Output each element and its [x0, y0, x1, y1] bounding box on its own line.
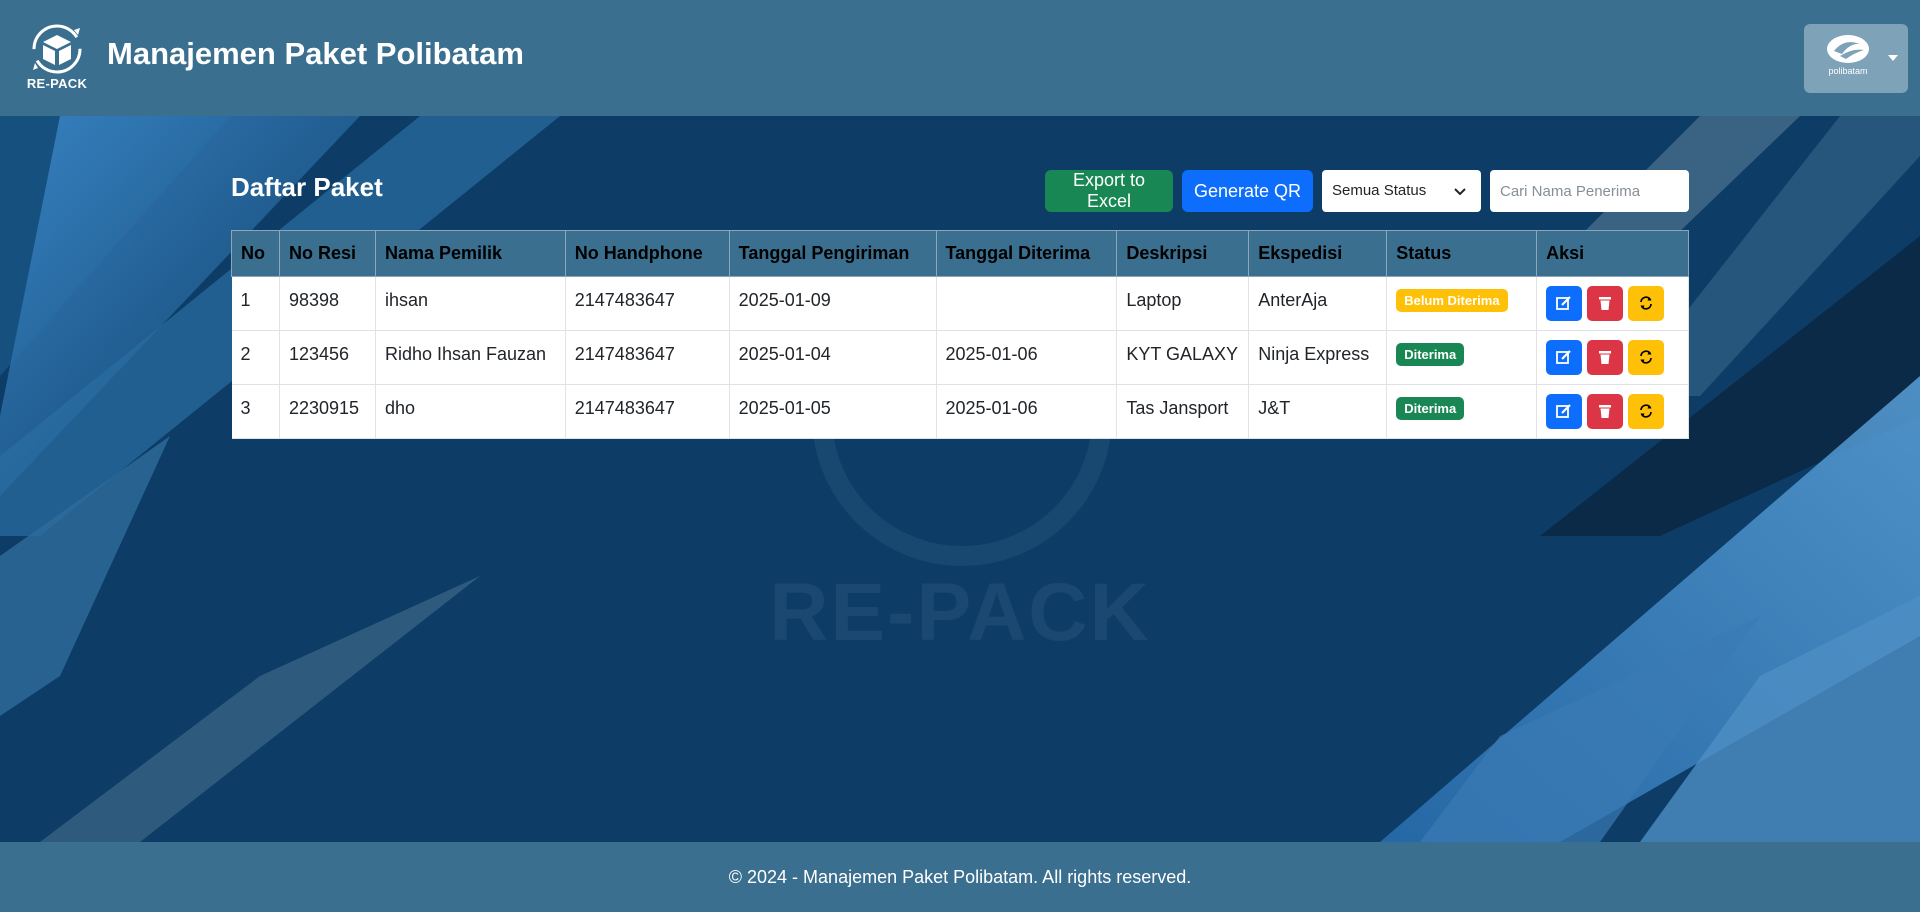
cell-ekspedisi: AnterAja — [1248, 276, 1388, 331]
delete-button[interactable] — [1587, 286, 1624, 321]
polibatam-logo: polibatam — [1818, 34, 1878, 82]
update-status-button[interactable] — [1628, 340, 1665, 375]
chevron-down-icon — [1454, 188, 1466, 196]
sync-icon — [1640, 404, 1652, 418]
logo-text: RE-PACK — [26, 76, 88, 91]
trash-icon — [1599, 297, 1612, 310]
sync-icon — [1640, 296, 1652, 310]
cell-pemilik: ihsan — [375, 276, 566, 331]
update-status-button[interactable] — [1628, 286, 1665, 321]
background-art: RE-PACK — [0, 116, 1920, 842]
column-header: Tanggal Pengiriman — [728, 230, 937, 277]
cell-ekspedisi: J&T — [1248, 384, 1388, 439]
update-status-button[interactable] — [1628, 394, 1665, 429]
cell-deskripsi: KYT GALAXY — [1116, 330, 1250, 385]
cell-status: Diterima — [1386, 330, 1538, 385]
trash-icon — [1599, 405, 1612, 418]
table-row: 1 98398 ihsan 2147483647 2025-01-09 Lapt… — [231, 276, 1689, 331]
column-header: Aksi — [1536, 230, 1689, 277]
generate-qr-button[interactable]: Generate QR — [1182, 170, 1313, 212]
cell-handphone: 2147483647 — [565, 276, 730, 331]
cell-tanggal-diterima: 2025-01-06 — [936, 330, 1118, 385]
polibatam-logo-icon — [1827, 35, 1869, 63]
cell-resi: 98398 — [279, 276, 376, 331]
table-row: 3 2230915 dho 2147483647 2025-01-05 2025… — [231, 384, 1689, 439]
cell-no: 3 — [231, 384, 280, 439]
cell-aksi — [1536, 384, 1689, 439]
cell-tanggal-pengiriman: 2025-01-09 — [729, 276, 937, 331]
cell-deskripsi: Laptop — [1116, 276, 1250, 331]
chevron-down-icon — [1888, 55, 1898, 61]
column-header: Ekspedisi — [1248, 230, 1388, 277]
column-header: Tanggal Diterima — [935, 230, 1118, 277]
cell-status: Diterima — [1386, 384, 1538, 439]
cell-resi: 2230915 — [279, 384, 376, 439]
sync-icon — [1640, 350, 1652, 364]
cell-tanggal-diterima — [936, 276, 1118, 331]
column-header: No Resi — [278, 230, 376, 277]
delete-button[interactable] — [1587, 394, 1624, 429]
cell-resi: 123456 — [279, 330, 376, 385]
status-filter-value: Semua Status — [1332, 182, 1427, 199]
footer-text: © 2024 - Manajemen Paket Polibatam. All … — [728, 867, 1192, 887]
cell-aksi — [1536, 330, 1689, 385]
status-badge: Diterima — [1396, 397, 1465, 420]
status-badge: Diterima — [1396, 343, 1465, 366]
cell-ekspedisi: Ninja Express — [1248, 330, 1388, 385]
footer: © 2024 - Manajemen Paket Polibatam. All … — [0, 842, 1920, 912]
cell-no: 2 — [231, 330, 280, 385]
watermark-text: RE-PACK — [769, 567, 1151, 658]
app-title: Manajemen Paket Polibatam — [107, 36, 524, 71]
polibatam-logo-text: polibatam — [1828, 66, 1868, 76]
cell-tanggal-pengiriman: 2025-01-05 — [729, 384, 937, 439]
edit-icon — [1556, 350, 1571, 364]
page-title: Daftar Paket — [231, 172, 383, 202]
cell-handphone: 2147483647 — [565, 384, 730, 439]
search-input[interactable] — [1490, 170, 1689, 212]
repack-logo[interactable]: RE-PACK — [24, 22, 90, 94]
cell-no: 1 — [231, 276, 280, 331]
edit-button[interactable] — [1546, 286, 1583, 321]
cell-aksi — [1536, 276, 1689, 331]
package-table: No No Resi Nama Pemilik No Handphone Tan… — [231, 230, 1689, 439]
cell-tanggal-pengiriman: 2025-01-04 — [729, 330, 937, 385]
package-logo-icon — [32, 24, 82, 74]
cell-handphone: 2147483647 — [565, 330, 730, 385]
background-stripes — [0, 116, 1920, 842]
column-header: Deskripsi — [1116, 230, 1250, 277]
column-header: Nama Pemilik — [374, 230, 566, 277]
table-header-row: No No Resi Nama Pemilik No Handphone Tan… — [231, 230, 1689, 277]
cell-pemilik: dho — [375, 384, 566, 439]
cell-tanggal-diterima: 2025-01-06 — [936, 384, 1118, 439]
cell-pemilik: Ridho Ihsan Fauzan — [375, 330, 566, 385]
status-filter-select[interactable]: Semua Status — [1322, 170, 1481, 212]
table-row: 2 123456 Ridho Ihsan Fauzan 2147483647 2… — [231, 330, 1689, 385]
column-header: No Handphone — [564, 230, 730, 277]
export-excel-button[interactable]: Export to Excel — [1045, 170, 1173, 212]
edit-icon — [1556, 404, 1571, 418]
column-header: Status — [1386, 230, 1538, 277]
delete-button[interactable] — [1587, 340, 1624, 375]
edit-button[interactable] — [1546, 340, 1583, 375]
cell-deskripsi: Tas Jansport — [1116, 384, 1250, 439]
column-header: No — [231, 230, 280, 277]
app-header: RE-PACK Manajemen Paket Polibatam poliba… — [0, 0, 1920, 116]
edit-icon — [1556, 296, 1571, 310]
edit-button[interactable] — [1546, 394, 1583, 429]
trash-icon — [1599, 351, 1612, 364]
status-badge: Belum Diterima — [1396, 289, 1508, 312]
cell-status: Belum Diterima — [1386, 276, 1538, 331]
user-menu-button[interactable]: polibatam — [1804, 24, 1908, 93]
